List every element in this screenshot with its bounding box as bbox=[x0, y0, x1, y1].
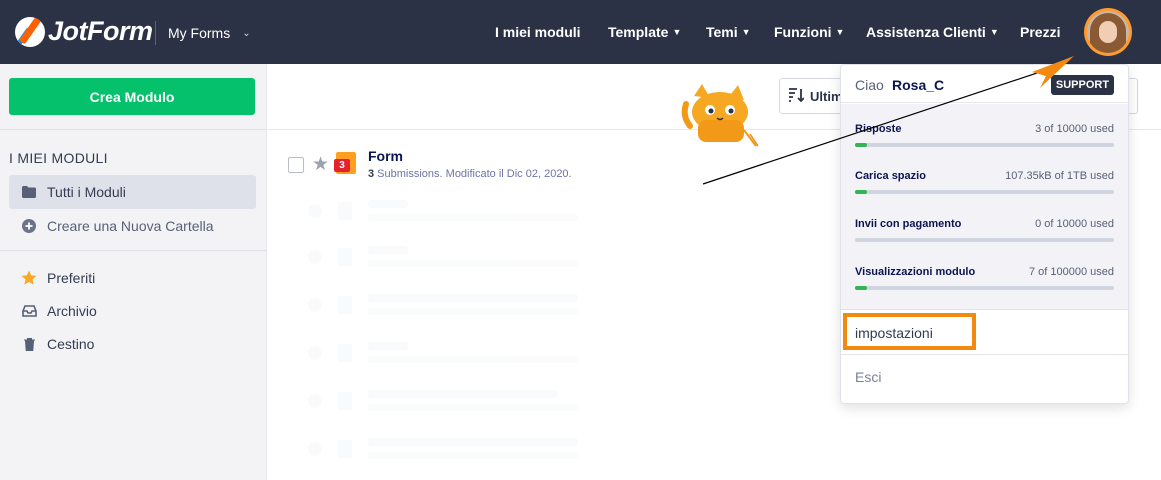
placeholder-row bbox=[308, 244, 598, 274]
sidebar-item-label: Preferiti bbox=[47, 270, 96, 286]
caret-down-icon: ▼ bbox=[672, 27, 682, 37]
jotform-logo-icon bbox=[15, 16, 45, 47]
usage-payment-submissions: Invii con pagamento 0 of 10000 used bbox=[855, 218, 1114, 254]
inbox-icon bbox=[21, 303, 37, 319]
usage-label: Carica spazio bbox=[855, 170, 926, 182]
jotform-logo[interactable]: JotForm bbox=[15, 16, 153, 47]
sort-icon bbox=[788, 87, 805, 105]
form-list-item[interactable]: ★ 3 Form 3 Submissions. Modificato il Di… bbox=[288, 146, 788, 186]
nav-label: Assistenza Clienti bbox=[866, 24, 986, 40]
divider bbox=[0, 250, 267, 251]
nav-pricing[interactable]: Prezzi bbox=[1020, 24, 1060, 40]
nav-label: Funzioni bbox=[774, 24, 832, 40]
chevron-down-icon: ⌄ bbox=[242, 27, 251, 39]
nav-label: Template bbox=[608, 24, 669, 40]
usage-responses: Risposte 3 of 10000 used bbox=[855, 123, 1114, 159]
usage-upload-space: Carica spazio 107.35kB of 1TB used bbox=[855, 170, 1114, 206]
placeholder-row bbox=[308, 198, 598, 228]
nav-label: Prezzi bbox=[1020, 24, 1061, 40]
podo-mascot-illustration bbox=[680, 82, 760, 148]
nav-my-forms[interactable]: I miei moduli bbox=[495, 24, 581, 40]
nav-themes[interactable]: Temi ▼ bbox=[706, 24, 751, 40]
create-form-button[interactable]: Crea Modulo bbox=[9, 78, 255, 115]
placeholder-row bbox=[308, 340, 598, 370]
caret-down-icon: ▼ bbox=[835, 27, 845, 37]
greeting: Ciao bbox=[855, 77, 884, 93]
nav-templates[interactable]: Template ▼ bbox=[608, 24, 681, 40]
favorite-star-icon[interactable]: ★ bbox=[312, 153, 329, 176]
form-title[interactable]: Form bbox=[368, 148, 403, 164]
sort-label: Ultim bbox=[810, 88, 843, 104]
top-navigation-bar: JotForm My Forms ⌄ I miei moduli Templat… bbox=[0, 0, 1161, 64]
star-icon bbox=[21, 270, 37, 286]
placeholder-row bbox=[308, 292, 598, 322]
sidebar-item-label: Archivio bbox=[47, 303, 97, 319]
usage-progress-fill bbox=[855, 190, 867, 194]
sidebar-heading: I MIEI MODULI bbox=[9, 150, 108, 166]
nav-label: Temi bbox=[706, 24, 738, 40]
usage-progress-fill bbox=[855, 286, 867, 290]
logo-text: JotForm bbox=[48, 16, 153, 46]
form-meta-text: Submissions. Modificato il Dic 02, 2020. bbox=[374, 168, 572, 180]
username: Rosa_C bbox=[892, 77, 945, 93]
form-icon: 3 bbox=[334, 152, 356, 174]
usage-progress-bar bbox=[855, 190, 1114, 194]
usage-value: 7 of 100000 used bbox=[1028, 266, 1114, 278]
nav-label: I miei moduli bbox=[495, 24, 581, 40]
sidebar-item-new-folder[interactable]: Creare una Nuova Cartella bbox=[9, 209, 256, 243]
sidebar: Crea Modulo I MIEI MODULI Tutti i Moduli… bbox=[0, 64, 267, 480]
usage-value: 107.35kB of 1TB used bbox=[1005, 170, 1114, 182]
usage-progress-fill bbox=[855, 143, 867, 147]
usage-label: Invii con pagamento bbox=[855, 218, 962, 230]
usage-label: Visualizzazioni modulo bbox=[855, 266, 976, 278]
placeholder-row bbox=[308, 436, 598, 466]
usage-value: 3 of 10000 used bbox=[1035, 123, 1114, 135]
folder-icon bbox=[21, 184, 37, 200]
avatar[interactable] bbox=[1087, 11, 1129, 53]
usage-value: 0 of 10000 used bbox=[1035, 218, 1114, 230]
sidebar-item-all-forms[interactable]: Tutti i Moduli bbox=[9, 175, 256, 209]
nav-features[interactable]: Funzioni ▼ bbox=[774, 24, 844, 40]
caret-down-icon: ▼ bbox=[989, 27, 999, 37]
form-meta: 3 Submissions. Modificato il Dic 02, 202… bbox=[368, 168, 572, 180]
usage-progress-bar bbox=[855, 238, 1114, 242]
divider bbox=[155, 21, 156, 45]
form-select-checkbox[interactable] bbox=[288, 157, 304, 173]
usage-label: Risposte bbox=[855, 123, 902, 135]
sidebar-item-label: Creare una Nuova Cartella bbox=[47, 218, 214, 234]
settings-highlight-box bbox=[843, 313, 976, 350]
usage-progress-bar bbox=[855, 286, 1114, 290]
logout-menu-item[interactable]: Esci bbox=[855, 369, 881, 385]
sort-button[interactable]: Ultim bbox=[779, 78, 849, 114]
account-header: Ciao Rosa_C SUPPORT bbox=[841, 65, 1128, 103]
plus-circle-icon bbox=[21, 218, 37, 234]
my-forms-label: My Forms bbox=[168, 25, 231, 41]
sidebar-item-trash[interactable]: Cestino bbox=[9, 327, 256, 361]
account-dropdown: Ciao Rosa_C SUPPORT Risposte 3 of 10000 … bbox=[840, 64, 1129, 404]
my-forms-menu[interactable]: My Forms ⌄ bbox=[168, 25, 251, 41]
divider bbox=[0, 129, 267, 130]
placeholder-row bbox=[308, 388, 598, 418]
sidebar-item-favorites[interactable]: Preferiti bbox=[9, 261, 256, 295]
submission-count-badge: 3 bbox=[334, 159, 350, 172]
usage-progress-bar bbox=[855, 143, 1114, 147]
nav-support[interactable]: Assistenza Clienti ▼ bbox=[866, 24, 999, 40]
usage-form-views: Visualizzazioni modulo 7 of 100000 used bbox=[855, 266, 1114, 302]
caret-down-icon: ▼ bbox=[741, 27, 751, 37]
sidebar-item-label: Tutti i Moduli bbox=[47, 184, 126, 200]
sidebar-item-archive[interactable]: Archivio bbox=[9, 294, 256, 328]
usage-panel: Risposte 3 of 10000 used Carica spazio 1… bbox=[841, 104, 1128, 310]
support-badge: SUPPORT bbox=[1051, 75, 1114, 95]
trash-icon bbox=[21, 336, 37, 352]
sidebar-item-label: Cestino bbox=[47, 336, 95, 352]
